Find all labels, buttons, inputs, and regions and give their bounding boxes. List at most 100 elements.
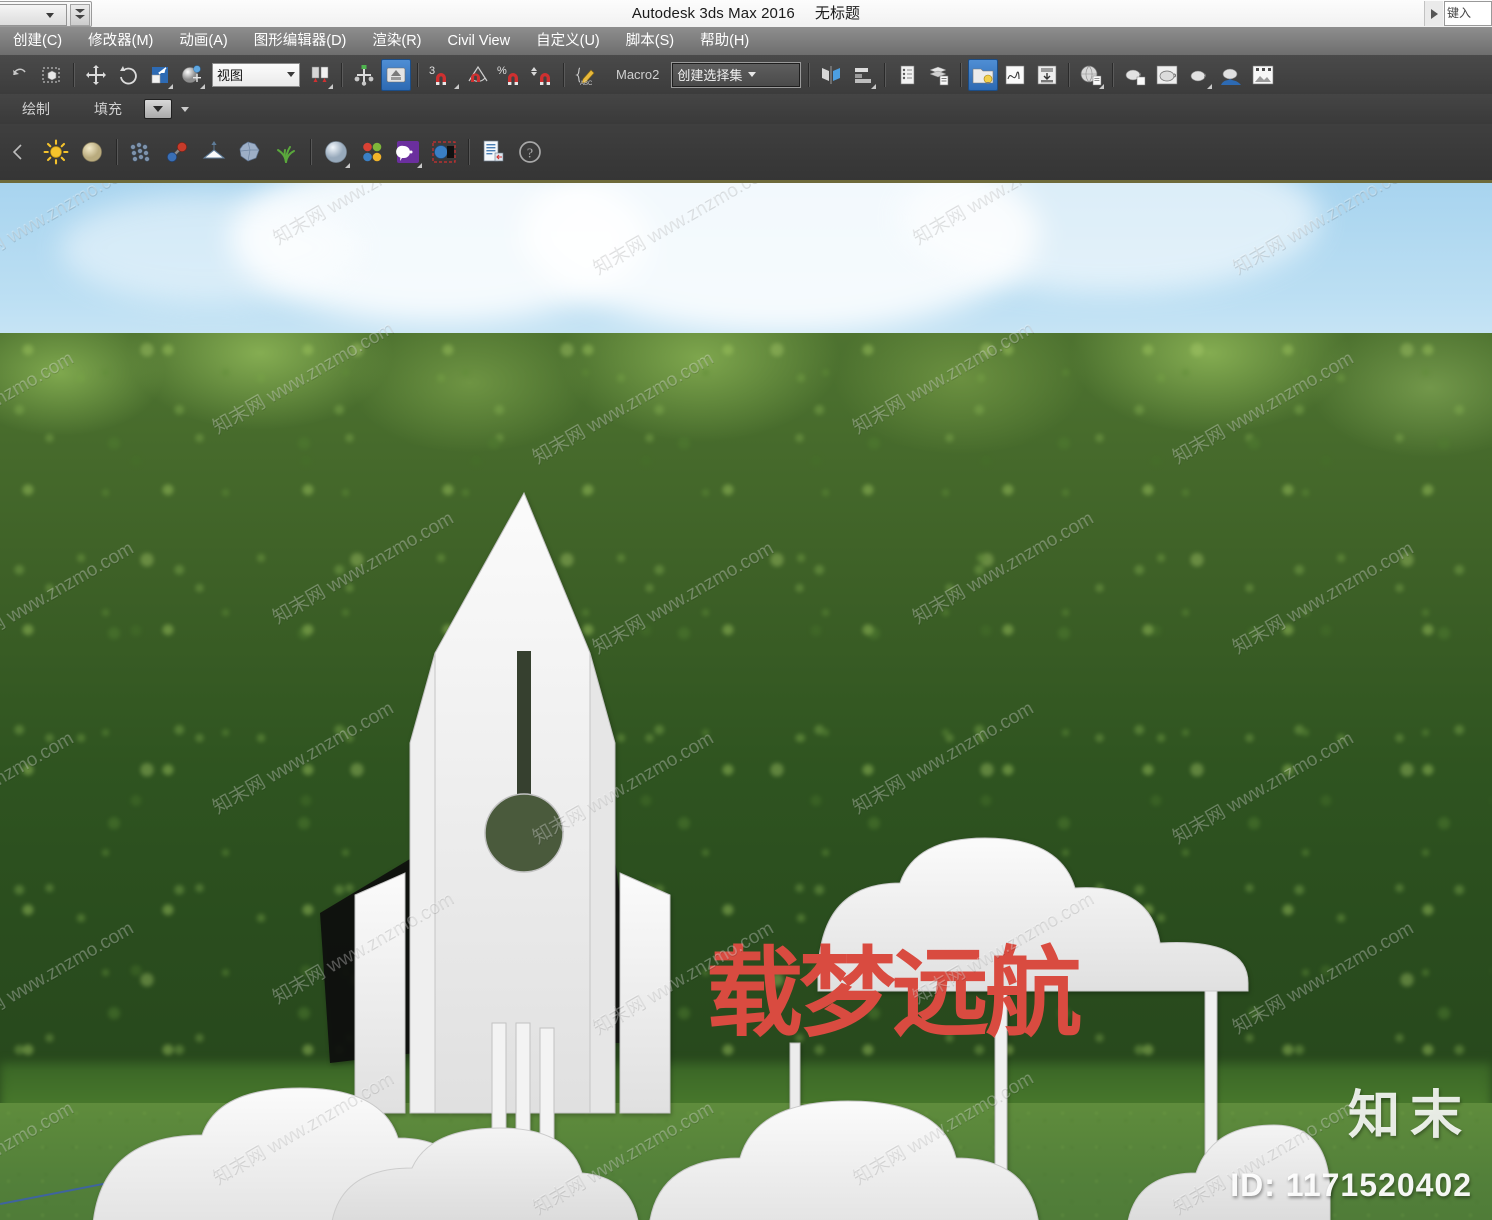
flyout-corner-icon: [454, 83, 459, 89]
menu-customize[interactable]: 自定义(U): [523, 27, 613, 55]
app-window: Autodesk 3ds Max 2016 无标题 键入 创建(C) 修改器(M)…: [0, 0, 1492, 1220]
named-selection-set-combo[interactable]: 创建选择集: [671, 61, 802, 88]
svg-text:3: 3: [429, 65, 435, 77]
snap-degree-icon[interactable]: 3: [425, 59, 461, 91]
toolbar-separator: [116, 139, 118, 165]
angle-snap-icon[interactable]: [463, 59, 493, 91]
layer-manager-icon[interactable]: [892, 59, 922, 91]
select-and-rotate-icon[interactable]: [113, 59, 143, 91]
light-sun-icon[interactable]: [40, 134, 72, 170]
select-and-scale-icon[interactable]: [145, 59, 175, 91]
ribbon-row: 绘制 填充: [0, 94, 1492, 125]
reference-coordinate-icon[interactable]: [177, 59, 207, 91]
render-shortcuts-icon[interactable]: [1216, 59, 1246, 91]
document-title: 无标题: [814, 5, 861, 22]
chevron-down-icon[interactable]: [181, 106, 189, 112]
macro-label: Macro2: [616, 67, 660, 82]
color-swatches-icon[interactable]: [356, 134, 388, 170]
select-region-icon[interactable]: [428, 134, 460, 170]
brand-logo: 知末: [1347, 1086, 1472, 1146]
quick-render-icon[interactable]: [1152, 59, 1182, 91]
chevron-down-icon: [153, 106, 163, 112]
material-editor-icon[interactable]: [1076, 59, 1106, 91]
window-title: Autodesk 3ds Max 2016 无标题: [0, 0, 1492, 27]
select-and-manipulate-icon[interactable]: [349, 59, 379, 91]
toolbar-separator: [884, 62, 887, 87]
script-list-icon[interactable]: [478, 134, 510, 170]
toolbar-separator: [1068, 62, 1071, 87]
rock-icon[interactable]: [234, 134, 266, 170]
flyout-corner-icon: [417, 163, 422, 168]
render-setup-icon[interactable]: [968, 58, 999, 91]
render-production-icon[interactable]: [1032, 59, 1062, 91]
menu-scripting[interactable]: 脚本(S): [613, 27, 687, 55]
help-icon[interactable]: ?: [514, 134, 546, 170]
asset-id-label: ID: 1171520402: [1230, 1167, 1472, 1203]
chevron-down-icon: [287, 72, 295, 77]
toolbar-separator: [310, 139, 312, 165]
main-toolbar: 视图 3 % ABC Macro2 创建选择集: [0, 55, 1492, 95]
toolbar-separator: [808, 62, 811, 87]
align-icon[interactable]: [848, 59, 878, 91]
flyout-corner-icon: [328, 83, 333, 89]
flyout-corner-icon: [1099, 83, 1105, 89]
flyout-corner-icon: [871, 83, 877, 89]
teapot-preview-icon[interactable]: [1184, 59, 1214, 91]
rendered-frame-icon[interactable]: [1248, 59, 1278, 91]
sculpture-text: 载梦远航: [706, 937, 1082, 1050]
viewport[interactable]: 载梦远航 知末网 www.znzmo.com 知末网 www.znzmo.com…: [0, 183, 1492, 1220]
mirror-icon[interactable]: [816, 59, 846, 91]
undo-button[interactable]: [5, 59, 35, 91]
flyout-corner-icon: [345, 163, 350, 168]
sphere-icon[interactable]: [76, 134, 108, 170]
toolbar-separator: [73, 62, 75, 87]
fill-dropdown-button[interactable]: [144, 99, 172, 119]
menu-modifiers[interactable]: 修改器(M): [75, 27, 166, 55]
standard-sphere-icon[interactable]: [320, 134, 352, 170]
select-and-move-icon[interactable]: [81, 59, 111, 91]
flyout-corner-icon: [200, 83, 205, 89]
title-bar: Autodesk 3ds Max 2016 无标题 键入: [0, 0, 1492, 28]
spinner-snap-icon[interactable]: [527, 59, 557, 91]
menu-bar: 创建(C) 修改器(M) 动画(A) 图形编辑器(D) 渲染(R) Civil …: [0, 27, 1492, 56]
select-object-icon[interactable]: [37, 59, 67, 91]
toolbar-separator: [1112, 62, 1115, 87]
reference-coordinate-system-combo[interactable]: 视图: [212, 62, 300, 87]
previous-flyout-icon[interactable]: [4, 134, 36, 170]
flyout-corner-icon: [1207, 83, 1213, 89]
grass-icon[interactable]: [270, 134, 302, 170]
toolbar-separator: [563, 62, 565, 87]
coordinate-system-value: 视图: [217, 68, 244, 83]
menu-rendering[interactable]: 渲染(R): [359, 27, 434, 55]
menu-help[interactable]: 帮助(H): [687, 27, 762, 55]
toolbar-separator: [960, 62, 963, 87]
use-pivot-center-icon[interactable]: [305, 59, 335, 91]
expand-right-arrow-icon[interactable]: [1424, 1, 1443, 26]
render-frame-window-icon[interactable]: [1000, 59, 1030, 91]
mesh-pyramid-icon[interactable]: [198, 134, 230, 170]
molecule-icon[interactable]: [162, 134, 194, 170]
patch-grid-icon[interactable]: [126, 134, 158, 170]
percent-snap-icon[interactable]: %: [495, 59, 525, 91]
render-to-texture-icon[interactable]: [1120, 59, 1150, 91]
title-bar-right: 键入: [1424, 1, 1492, 26]
fill-label: 填充: [94, 101, 122, 117]
rocket-cloud-sculpture: [93, 491, 1331, 1220]
svg-text:%: %: [497, 65, 507, 77]
svg-text:ABC: ABC: [580, 81, 593, 86]
menu-graph-editors[interactable]: 图形编辑器(D): [241, 27, 360, 55]
create-object-toolbar: ?: [0, 124, 1492, 183]
menu-animation[interactable]: 动画(A): [166, 27, 240, 55]
chevron-down-icon: [748, 72, 757, 77]
material-browser-icon[interactable]: [392, 134, 424, 170]
edit-named-selection-icon[interactable]: ABC: [571, 59, 601, 91]
scene-explorer-icon[interactable]: [924, 59, 954, 91]
menu-civil-view[interactable]: Civil View: [435, 27, 524, 55]
app-title: Autodesk 3ds Max 2016: [631, 5, 795, 22]
draw-label: 绘制: [22, 101, 50, 117]
menu-create[interactable]: 创建(C): [0, 27, 75, 55]
search-input[interactable]: 键入: [1444, 1, 1492, 26]
toolbar-separator: [468, 139, 470, 165]
snaps-toggle-icon[interactable]: [381, 58, 411, 91]
svg-text:?: ?: [527, 147, 533, 162]
